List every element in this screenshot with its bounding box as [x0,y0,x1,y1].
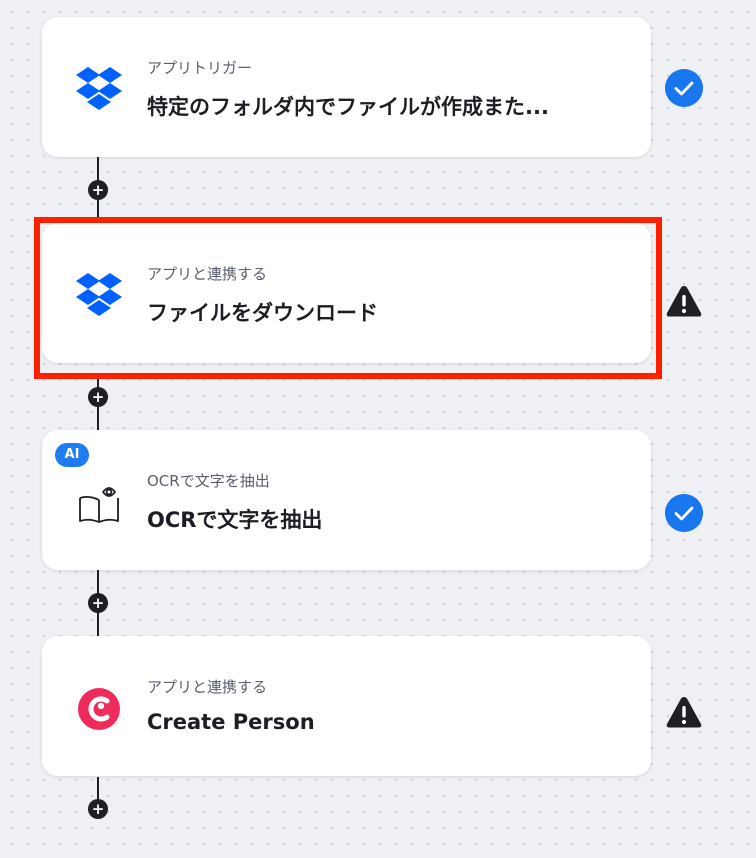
step-title: ファイルをダウンロード [147,301,378,325]
add-step-button[interactable]: + [88,593,108,613]
flow-step-card[interactable]: アプリと連携する ファイルをダウンロード [42,223,651,363]
step-type-label: OCRで文字を抽出 [147,472,270,490]
flow-step-card[interactable]: OCRで文字を抽出 OCRで文字を抽出 [42,430,651,570]
step-type-label: アプリと連携する [147,265,268,283]
app-logo-icon [78,688,120,730]
dropbox-icon [76,67,122,110]
step-type-label: アプリトリガー [147,59,253,77]
step-type-label: アプリと連携する [147,678,268,696]
step-title: 特定のフォルダ内でファイルが作成また... [147,95,549,119]
step-title: OCRで文字を抽出 [147,508,323,532]
flow-connector-line [97,777,99,800]
step-title: Create Person [147,710,315,734]
flow-step-card[interactable]: アプリと連携する Create Person [42,636,651,776]
flow-step-card[interactable]: アプリトリガー 特定のフォルダ内でファイルが作成また... [42,17,651,157]
add-step-button[interactable]: + [88,180,108,200]
add-step-button[interactable]: + [88,799,108,819]
add-step-button[interactable]: + [88,387,108,407]
dropbox-icon [76,273,122,316]
warning-icon [666,697,702,728]
ai-badge: AI [55,443,89,467]
check-icon [665,494,703,532]
warning-icon [666,286,702,317]
check-icon [665,69,703,107]
book-eye-icon [79,487,119,523]
